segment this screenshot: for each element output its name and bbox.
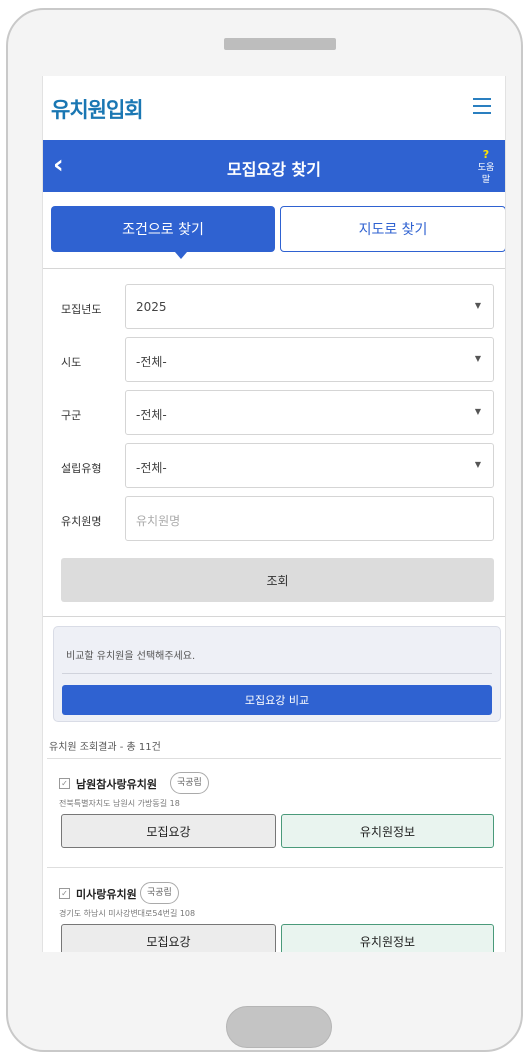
phone-frame: 유치원입회 ‹ 모집요강 찾기 ? 도움말 조건으로 찾기 지도로 찾기 모집년… bbox=[6, 8, 523, 1052]
result-summary: 유치원 조회결과 - 총 11건 bbox=[49, 742, 161, 753]
app-screen: 유치원입회 ‹ 모집요강 찾기 ? 도움말 조건으로 찾기 지도로 찾기 모집년… bbox=[42, 76, 506, 952]
brand-bar: 유치원입회 bbox=[43, 76, 505, 140]
select-checkbox[interactable]: ✓ bbox=[59, 888, 70, 899]
sido-row: 시도 -전체- ▼ bbox=[43, 337, 505, 390]
hamburger-icon[interactable] bbox=[473, 98, 491, 116]
type-row: 설립유형 -전체- ▼ bbox=[43, 443, 505, 496]
year-value: 2025 bbox=[136, 300, 167, 314]
search-form: 모집년도 2025 ▼ 시도 -전체- ▼ 구군 -전체- ▼ 설립유형 -전체… bbox=[43, 284, 505, 602]
type-label: 설립유형 bbox=[61, 462, 102, 475]
tab-map-search[interactable]: 지도로 찾기 bbox=[280, 206, 505, 252]
year-row: 모집년도 2025 ▼ bbox=[43, 284, 505, 337]
kindergarten-name[interactable]: 남원참사랑유치원 bbox=[76, 776, 157, 792]
result-card: ✓ 미사랑유치원 국공립 경기도 하남시 미사강변대로54번길 108 모집요강… bbox=[43, 872, 505, 952]
compare-hint: 비교할 유치원을 선택해주세요. bbox=[66, 651, 196, 662]
type-badge: 국공립 bbox=[170, 772, 209, 794]
recruitment-guide-button[interactable]: 모집요강 bbox=[61, 814, 276, 848]
help-label: 도움말 bbox=[477, 163, 495, 185]
help-icon: ? bbox=[482, 148, 490, 161]
divider bbox=[43, 268, 505, 269]
home-button[interactable] bbox=[226, 1006, 332, 1048]
kindergarten-info-button[interactable]: 유치원정보 bbox=[281, 814, 494, 848]
kindergarten-address: 전북특별자치도 남원시 가방동길 18 bbox=[59, 799, 180, 808]
gugun-label: 구군 bbox=[61, 409, 82, 422]
dropdown-arrow-icon: ▼ bbox=[474, 301, 481, 310]
search-button[interactable]: 조회 bbox=[61, 558, 494, 602]
kindergarten-address: 경기도 하남시 미사강변대로54번길 108 bbox=[59, 909, 196, 918]
divider bbox=[47, 758, 501, 759]
recruitment-guide-button[interactable]: 모집요강 bbox=[61, 924, 276, 952]
gugun-value: -전체- bbox=[136, 408, 167, 422]
gugun-select[interactable]: -전체- ▼ bbox=[125, 390, 494, 435]
dropdown-arrow-icon: ▼ bbox=[474, 407, 481, 416]
select-checkbox[interactable]: ✓ bbox=[59, 778, 70, 789]
type-value: -전체- bbox=[136, 461, 167, 475]
dropdown-arrow-icon: ▼ bbox=[474, 354, 481, 363]
sido-select[interactable]: -전체- ▼ bbox=[125, 337, 494, 382]
type-badge: 국공립 bbox=[140, 882, 179, 904]
help-button[interactable]: ? 도움말 bbox=[475, 148, 497, 186]
gugun-row: 구군 -전체- ▼ bbox=[43, 390, 505, 443]
divider bbox=[43, 616, 505, 617]
search-tabs: 조건으로 찾기 지도로 찾기 bbox=[43, 192, 505, 259]
sido-label: 시도 bbox=[61, 356, 82, 369]
sido-value: -전체- bbox=[136, 355, 167, 369]
name-row: 유치원명 유치원명 bbox=[43, 496, 505, 549]
kindergarten-info-button[interactable]: 유치원정보 bbox=[281, 924, 494, 952]
dropdown-arrow-icon: ▼ bbox=[474, 460, 481, 469]
brand-logo[interactable]: 유치원입회 bbox=[51, 94, 144, 124]
page-title: 모집요강 찾기 bbox=[227, 160, 321, 179]
kindergarten-name-input[interactable]: 유치원명 bbox=[125, 496, 494, 541]
result-card: ✓ 남원참사랑유치원 국공립 전북특별자치도 남원시 가방동길 18 모집요강 … bbox=[43, 762, 505, 870]
compare-panel: 비교할 유치원을 선택해주세요. 모집요강 비교 bbox=[53, 626, 501, 722]
divider bbox=[47, 867, 503, 868]
name-label: 유치원명 bbox=[61, 515, 102, 528]
compare-button[interactable]: 모집요강 비교 bbox=[62, 685, 492, 715]
title-bar: ‹ 모집요강 찾기 ? 도움말 bbox=[43, 140, 505, 192]
year-select[interactable]: 2025 ▼ bbox=[125, 284, 494, 329]
speaker-grille bbox=[224, 38, 336, 50]
type-select[interactable]: -전체- ▼ bbox=[125, 443, 494, 488]
kindergarten-name[interactable]: 미사랑유치원 bbox=[76, 886, 137, 902]
year-label: 모집년도 bbox=[61, 303, 102, 316]
tab-condition-search[interactable]: 조건으로 찾기 bbox=[51, 206, 275, 259]
divider bbox=[62, 673, 492, 674]
